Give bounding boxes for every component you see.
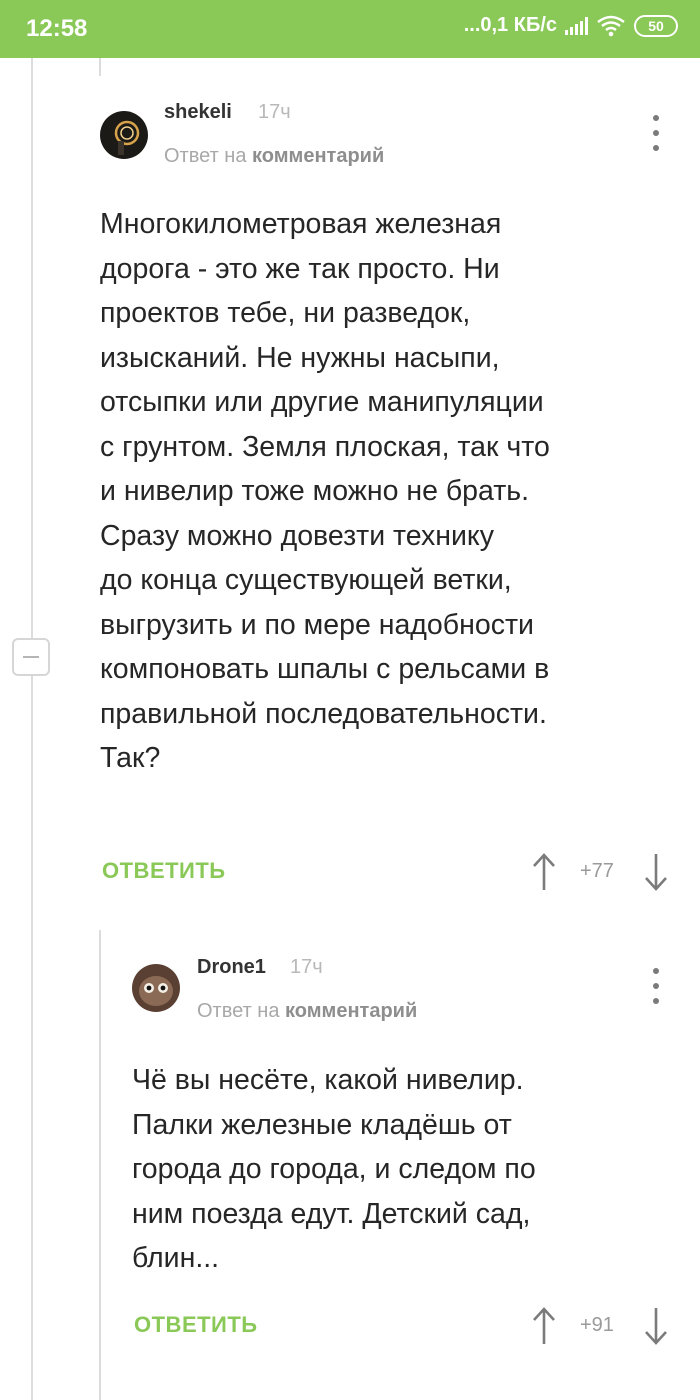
avatar[interactable] [132, 964, 180, 1012]
comment-time: 17ч [290, 956, 323, 978]
collapse-thread-button[interactable] [12, 638, 50, 676]
arrow-up-icon[interactable] [531, 1306, 557, 1346]
reply-button[interactable]: ОТВЕТИТЬ [134, 1312, 258, 1338]
arrow-down-icon[interactable] [643, 852, 669, 892]
status-icons: ...0,1 КБ/с 50 [464, 14, 678, 37]
signal-icon [565, 16, 588, 35]
thread-line-inner [99, 58, 101, 76]
reply-to-link[interactable]: комментарий [285, 1000, 417, 1022]
comment-score: +91 [580, 1314, 614, 1336]
comment-time: 17ч [258, 101, 291, 123]
wifi-icon [597, 15, 625, 36]
thread-line-reply [99, 930, 101, 1400]
comment-text: Многокилометровая железная дорога - это … [100, 208, 550, 774]
status-time: 12:58 [26, 15, 88, 42]
reply-to-link[interactable]: комментарий [252, 145, 384, 167]
comment-score: +77 [580, 860, 614, 882]
reply-button[interactable]: ОТВЕТИТЬ [102, 858, 226, 884]
thread-line-outer [31, 58, 33, 1400]
comment-text: Чё вы несёте, какой нивелир. Палки желез… [132, 1064, 536, 1274]
arrow-up-icon[interactable] [531, 852, 557, 892]
comment-author[interactable]: shekeli [164, 101, 232, 124]
reply-to-line: Ответ на комментарий [197, 1000, 417, 1023]
network-speed: ...0,1 КБ/с [463, 14, 557, 36]
reply-to-prefix: Ответ на [197, 1000, 280, 1022]
comment-author[interactable]: Drone1 [197, 956, 266, 979]
avatar[interactable] [100, 111, 148, 159]
status-bar: 12:58 ...0,1 КБ/с 50 [0, 0, 700, 58]
reply-to-line: Ответ на комментарий [164, 145, 384, 168]
reply-to-prefix: Ответ на [164, 145, 247, 167]
arrow-down-icon[interactable] [643, 1306, 669, 1346]
more-vertical-icon[interactable] [646, 115, 666, 151]
more-vertical-icon[interactable] [646, 968, 666, 1004]
battery-indicator: 50 [634, 14, 678, 37]
